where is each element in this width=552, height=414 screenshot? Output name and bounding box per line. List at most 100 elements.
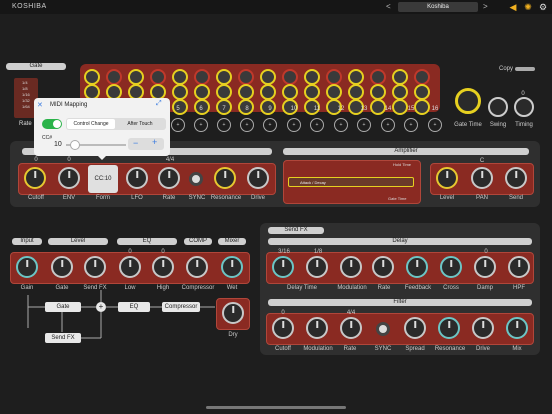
cc-slider-thumb[interactable]	[70, 140, 80, 150]
gain-knob[interactable]	[16, 256, 38, 278]
cc-increment-button[interactable]: +	[152, 137, 157, 147]
gate-step-knob[interactable]	[414, 84, 430, 100]
fx-resonance-knob[interactable]	[438, 317, 460, 339]
gate-step-knob[interactable]	[194, 69, 210, 85]
fx-modulation-knob[interactable]	[306, 317, 328, 339]
step-toggle[interactable]: +	[334, 118, 348, 132]
flow-compressor[interactable]: Compressor	[162, 302, 200, 312]
attack-decay-label: Attack / Decay	[300, 180, 326, 185]
flow-send-fx[interactable]: Send FX	[45, 333, 81, 343]
feedback-knob[interactable]	[406, 256, 428, 278]
step-toggle[interactable]: +	[357, 118, 371, 132]
mode-control-change[interactable]: Control Change	[67, 119, 115, 129]
flow-gate[interactable]: Gate	[45, 302, 81, 312]
pan-knob[interactable]	[471, 167, 493, 189]
delay-rate-knob[interactable]	[372, 256, 394, 278]
prev-preset-button[interactable]: <	[386, 2, 391, 11]
fx-rate-knob[interactable]	[340, 317, 362, 339]
gate-step-knob[interactable]	[370, 69, 386, 85]
eq-high-knob[interactable]	[152, 256, 174, 278]
step-toggle[interactable]: +	[217, 118, 231, 132]
gate-step-knob[interactable]	[260, 84, 276, 100]
gate-step-knob[interactable]	[304, 69, 320, 85]
gate-step-knob[interactable]	[414, 69, 430, 85]
gate-step-knob[interactable]	[348, 69, 364, 85]
step-toggle[interactable]: +	[310, 118, 324, 132]
close-icon[interactable]: ✕	[37, 101, 43, 109]
send-fx-level-knob[interactable]	[84, 256, 106, 278]
fx-drive-knob[interactable]	[472, 317, 494, 339]
resonance-knob[interactable]	[214, 167, 236, 189]
fx-mix-knob[interactable]	[506, 317, 528, 339]
swing-knob[interactable]	[488, 97, 508, 117]
copy-button[interactable]	[515, 67, 535, 71]
cutoff-knob[interactable]	[24, 167, 46, 189]
speaker-icon[interactable]: ◀	[508, 2, 518, 12]
gate-step-knob[interactable]	[194, 84, 210, 100]
gate-step-knob[interactable]	[84, 69, 100, 85]
wet-knob[interactable]	[221, 256, 243, 278]
tab-gate[interactable]: Gate	[6, 63, 66, 70]
compressor-knob[interactable]	[186, 256, 208, 278]
gear-icon[interactable]: ⚙	[538, 2, 548, 12]
step-toggle[interactable]: +	[194, 118, 208, 132]
lfo-rate-knob[interactable]	[158, 167, 180, 189]
expand-icon[interactable]: ⤢	[156, 100, 162, 108]
delay-time-knob-1[interactable]	[272, 256, 294, 278]
lfo-knob[interactable]	[126, 167, 148, 189]
gate-step-knob[interactable]	[348, 84, 364, 100]
step-toggle[interactable]: +	[287, 118, 301, 132]
gate-step-knob[interactable]	[172, 69, 188, 85]
midi-enable-toggle[interactable]	[42, 119, 62, 129]
gate-step-knob[interactable]	[370, 84, 386, 100]
next-preset-button[interactable]: >	[483, 2, 488, 11]
flow-eq[interactable]: EQ	[118, 302, 150, 312]
drive-knob[interactable]	[247, 167, 269, 189]
delay-time-knob-2[interactable]	[306, 256, 328, 278]
send-knob[interactable]	[505, 167, 527, 189]
step-toggle[interactable]: +	[171, 118, 185, 132]
gate-step-knob[interactable]	[260, 69, 276, 85]
sync-button[interactable]	[189, 172, 203, 186]
gate-step-knob[interactable]	[106, 69, 122, 85]
preset-name[interactable]: Koshiba	[398, 2, 478, 12]
step-toggle[interactable]: +	[428, 118, 442, 132]
gate-step-knob[interactable]	[392, 84, 408, 100]
gate-step-knob[interactable]	[326, 84, 342, 100]
timing-knob[interactable]	[514, 97, 534, 117]
gate-step-knob[interactable]	[216, 84, 232, 100]
step-toggle[interactable]: +	[404, 118, 418, 132]
mode-after-touch[interactable]: After Touch	[116, 119, 164, 129]
step-toggle[interactable]: +	[263, 118, 277, 132]
cc-decrement-button[interactable]: −	[133, 138, 138, 148]
gate-step-knob[interactable]	[216, 69, 232, 85]
env-knob[interactable]	[58, 167, 80, 189]
level-knob[interactable]	[436, 167, 458, 189]
step-toggle[interactable]: +	[381, 118, 395, 132]
step-toggle[interactable]: +	[240, 118, 254, 132]
gate-time-knob[interactable]	[455, 88, 481, 114]
step-number: 5	[176, 106, 180, 112]
hpf-knob[interactable]	[508, 256, 530, 278]
eq-low-knob[interactable]	[119, 256, 141, 278]
fx-sync-button[interactable]	[376, 322, 390, 336]
damp-knob[interactable]	[474, 256, 496, 278]
gate-step-knob[interactable]	[150, 69, 166, 85]
modulation-knob[interactable]	[340, 256, 362, 278]
gate-level-knob[interactable]	[51, 256, 73, 278]
damp-label: Damp	[476, 285, 493, 291]
gate-step-knob[interactable]	[172, 84, 188, 100]
gate-step-knob[interactable]	[392, 69, 408, 85]
gate-step-knob[interactable]	[282, 69, 298, 85]
settings-icon[interactable]: ✺	[523, 2, 533, 12]
gate-step-knob[interactable]	[238, 69, 254, 85]
form-cc-badge[interactable]: CC:10	[88, 165, 118, 193]
cross-knob[interactable]	[440, 256, 462, 278]
gate-step-knob[interactable]	[326, 69, 342, 85]
gate-step-knob[interactable]	[128, 69, 144, 85]
fx-cutoff-knob[interactable]	[272, 317, 294, 339]
gate-step-knob[interactable]	[282, 84, 298, 100]
gate-step-knob[interactable]	[304, 84, 320, 100]
fx-spread-knob[interactable]	[404, 317, 426, 339]
gate-step-knob[interactable]	[238, 84, 254, 100]
